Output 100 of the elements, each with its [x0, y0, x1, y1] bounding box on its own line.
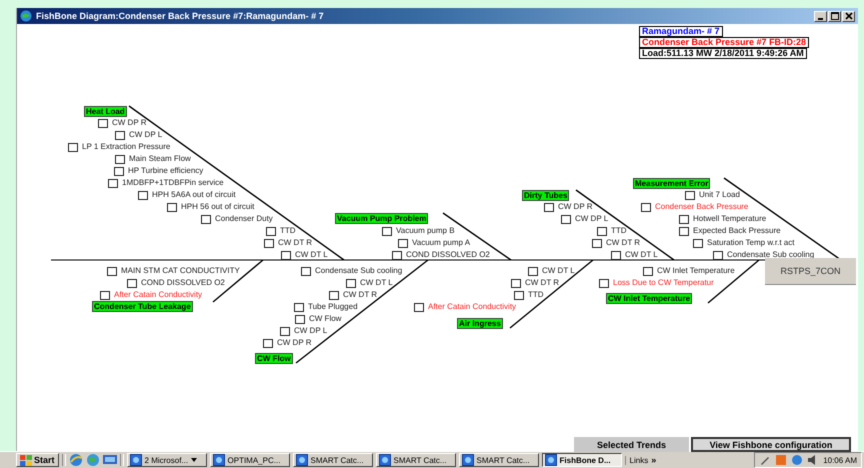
app-icon: [212, 454, 225, 466]
app-icon: [130, 454, 142, 466]
checkbox[interactable]: [294, 302, 304, 312]
checkbox[interactable]: [108, 178, 118, 188]
links-toolbar[interactable]: Links: [624, 456, 648, 464]
cause-label: CW DP R: [112, 118, 147, 128]
checkbox[interactable]: [599, 278, 609, 288]
cause-label: CW DP L: [129, 130, 162, 140]
checkbox[interactable]: [641, 202, 651, 212]
cause-label: Hotwell Temperature: [693, 214, 766, 224]
window-title: FishBone Diagram:Condenser Back Pressure #7:Ramagundam- # 7: [36, 11, 325, 21]
checkbox[interactable]: [107, 266, 117, 276]
checkbox[interactable]: [414, 302, 424, 312]
cause-label: Loss Due to CW Temperatur: [613, 278, 714, 288]
app-icon: [378, 454, 391, 466]
category-label: Measurement Error: [633, 178, 710, 189]
checkbox[interactable]: [693, 238, 703, 248]
checkbox[interactable]: [561, 214, 571, 224]
checkbox[interactable]: [643, 266, 653, 276]
checkbox[interactable]: [382, 226, 392, 236]
cause-label: Condensate Sub cooling: [315, 266, 402, 276]
checkbox[interactable]: [611, 250, 621, 260]
checkbox[interactable]: [346, 278, 356, 288]
checkbox[interactable]: [114, 166, 124, 176]
cause-label: CW DT L: [295, 250, 328, 260]
cause-label: CW DT L: [542, 266, 575, 276]
checkbox[interactable]: [713, 250, 723, 260]
taskbar-button[interactable]: OPTIMA_PC...: [210, 453, 290, 467]
maximize-button[interactable]: [828, 10, 841, 22]
cause-label: CW DT L: [360, 278, 393, 288]
checkbox[interactable]: [127, 278, 137, 288]
desktop-icon[interactable]: [102, 454, 117, 466]
checkbox[interactable]: [263, 338, 273, 348]
cause-label: Vacuum pump B: [396, 226, 455, 236]
taskbar-button[interactable]: SMART Catc...: [376, 453, 456, 467]
checkbox[interactable]: [68, 142, 78, 152]
checkbox[interactable]: [98, 118, 108, 128]
taskbar-button[interactable]: SMART Catc...: [292, 453, 373, 467]
checkbox[interactable]: [264, 238, 274, 248]
checkbox[interactable]: [100, 290, 110, 300]
checkbox[interactable]: [301, 266, 311, 276]
cause-label: Main Steam Flow: [129, 154, 191, 164]
taskbar-button[interactable]: 2 Microsof...: [126, 453, 207, 467]
checkbox[interactable]: [201, 214, 211, 224]
close-icon: [844, 12, 852, 20]
checkbox[interactable]: [528, 266, 538, 276]
cause-label: CW DP L: [575, 214, 608, 224]
configuration-button[interactable]: View Fishbone configuration: [691, 437, 851, 452]
checkbox[interactable]: [115, 130, 125, 140]
category-label: Vacuum Pump Problem: [335, 213, 428, 224]
checkbox[interactable]: [266, 226, 276, 236]
cause-label: Unit 7 Load: [699, 190, 740, 200]
cause-label: CW Inlet Temperature: [657, 266, 735, 276]
checkbox[interactable]: [329, 290, 339, 300]
checkbox[interactable]: [592, 238, 602, 248]
checkbox[interactable]: [514, 290, 524, 300]
cause-label: Saturation Temp w.r.t act: [707, 238, 794, 248]
cause-label: HPH 5A6A out of circuit: [152, 190, 236, 200]
checkbox[interactable]: [511, 278, 521, 288]
cause-label: CW DT R: [278, 238, 312, 248]
cause-label: Condenser Back Pressure: [655, 202, 748, 212]
trends-button[interactable]: Selected Trends: [574, 437, 689, 452]
category-label: CW Inlet Temperature: [606, 293, 692, 304]
cause-label: After Catain Conductivity: [114, 290, 202, 300]
taskbar-button[interactable]: FishBone D...: [542, 453, 622, 467]
cause-label: Tube Plugged: [308, 302, 358, 312]
category-label: CW Flow: [255, 353, 293, 364]
cause-label: CW DT L: [625, 250, 658, 260]
browser-icon[interactable]: [68, 453, 83, 467]
category-label: Air Ingress: [457, 318, 503, 329]
close-button[interactable]: [842, 10, 855, 22]
maximize-icon: [830, 12, 838, 20]
app-icon: [296, 454, 308, 466]
cause-label: LP 1 Extraction Pressure: [82, 142, 170, 152]
cause-label: Expected Back Pressure: [693, 226, 781, 236]
checkbox[interactable]: [280, 326, 290, 336]
checkbox[interactable]: [544, 202, 554, 212]
windows-flag-icon: [20, 454, 32, 466]
chevron-button[interactable]: »: [651, 455, 656, 465]
cause-label: Condensate Sub cooling: [727, 250, 814, 260]
checkbox[interactable]: [392, 250, 402, 260]
cause-label: MAIN STM CAT CONDUCTIVITY: [121, 266, 240, 276]
checkbox[interactable]: [138, 190, 148, 200]
checkbox[interactable]: [115, 154, 125, 164]
cause-label: Condenser Duty: [215, 214, 273, 224]
taskbar-button[interactable]: SMART Catc...: [458, 453, 539, 467]
cause-label: CW DT R: [606, 238, 640, 248]
checkbox[interactable]: [398, 238, 408, 248]
checkbox[interactable]: [685, 190, 695, 200]
category-label: Condenser Tube Leakage: [92, 301, 193, 312]
checkbox[interactable]: [167, 202, 177, 212]
checkbox[interactable]: [679, 226, 689, 236]
checkbox[interactable]: [295, 314, 305, 324]
pen-icon[interactable]: [759, 454, 772, 466]
checkbox[interactable]: [281, 250, 291, 260]
minimize-button[interactable]: [814, 10, 827, 22]
checkbox[interactable]: [679, 214, 689, 224]
start-button[interactable]: Start: [16, 453, 59, 467]
checkbox[interactable]: [597, 226, 607, 236]
cause-label: CW DT R: [343, 290, 378, 300]
